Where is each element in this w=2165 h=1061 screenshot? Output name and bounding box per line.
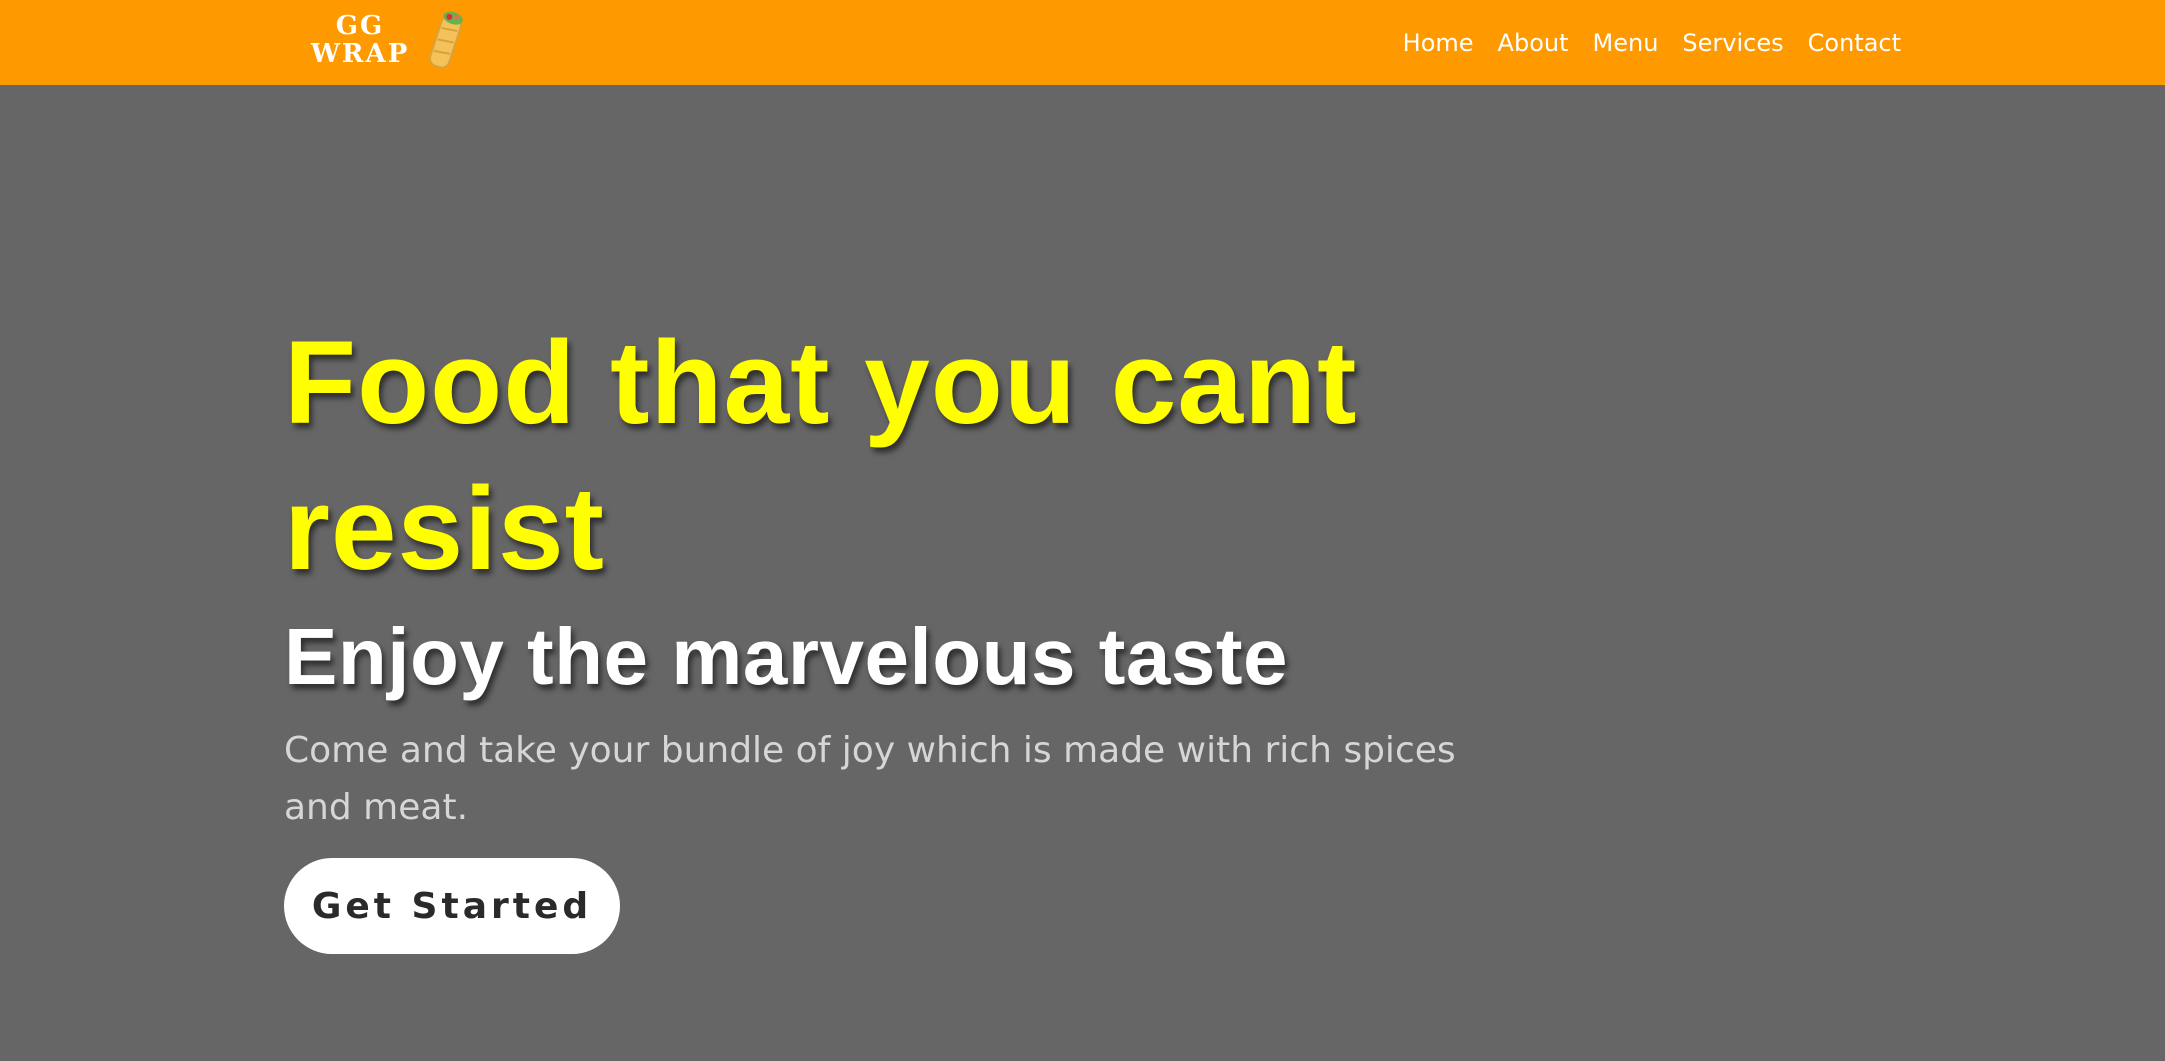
nav-contact-link[interactable]: Contact <box>1808 29 1901 57</box>
nav-services-link[interactable]: Services <box>1682 29 1783 57</box>
wrap-food-icon <box>428 11 463 69</box>
navbar: GG WRAP Home About Menu Services Contact <box>0 0 2165 85</box>
hero-title: Food that you cant resist <box>284 317 1358 595</box>
hero-subtitle: Enjoy the marvelous taste <box>284 612 1288 701</box>
nav-home-link[interactable]: Home <box>1403 29 1474 57</box>
get-started-button[interactable]: Get Started <box>284 858 620 954</box>
nav-menu-link[interactable]: Menu <box>1593 29 1659 57</box>
brand-name: GG WRAP <box>310 12 410 68</box>
hero-description: Come and take your bundle of joy which i… <box>284 730 1456 828</box>
brand-line-2: WRAP <box>310 39 410 69</box>
brand-logo[interactable]: GG WRAP <box>310 8 470 72</box>
hero-section: Food that you cant resist Enjoy the marv… <box>284 310 1584 954</box>
main-nav: Home About Menu Services Contact <box>1403 0 1901 85</box>
nav-about-link[interactable]: About <box>1498 29 1569 57</box>
brand-line-1: GG <box>335 11 385 41</box>
